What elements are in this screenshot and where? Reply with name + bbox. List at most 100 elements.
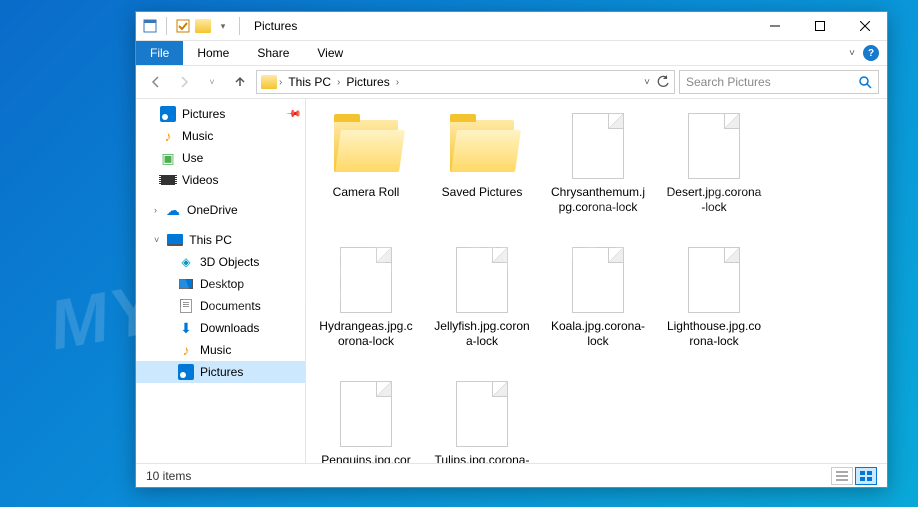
file-label: Tulips.jpg.corona-lock xyxy=(434,453,530,463)
file-item[interactable]: Penguins.jpg.corona-lock xyxy=(314,375,418,463)
file-item[interactable]: Chrysanthemum.jpg.corona-lock xyxy=(546,107,650,237)
blank-file-icon xyxy=(572,113,624,179)
nav-item-documents[interactable]: Documents xyxy=(136,295,305,317)
pictures-icon xyxy=(160,106,176,122)
blank-file-icon xyxy=(456,247,508,313)
search-box[interactable] xyxy=(679,70,879,94)
status-bar: 10 items xyxy=(136,463,887,487)
nav-label: Music xyxy=(182,129,213,143)
details-view-button[interactable] xyxy=(831,467,853,485)
search-input[interactable] xyxy=(686,75,852,89)
file-label: Lighthouse.jpg.corona-lock xyxy=(666,319,762,349)
title-bar: ▾ Pictures xyxy=(136,12,887,41)
documents-icon xyxy=(178,298,194,314)
nav-label: Desktop xyxy=(200,277,244,291)
icons-view-button[interactable] xyxy=(855,467,877,485)
thispc-icon xyxy=(167,232,183,248)
chevron-right-icon[interactable]: › xyxy=(337,77,340,88)
folder-icon[interactable] xyxy=(195,18,211,34)
nav-label: This PC xyxy=(189,233,232,247)
file-item[interactable]: Hydrangeas.jpg.corona-lock xyxy=(314,241,418,371)
tab-share[interactable]: Share xyxy=(243,41,303,65)
search-icon[interactable] xyxy=(858,75,872,89)
up-button[interactable] xyxy=(228,70,252,94)
file-label: Camera Roll xyxy=(333,185,400,200)
3dobjects-icon: ◈ xyxy=(178,254,194,270)
nav-label: Videos xyxy=(182,173,218,187)
nav-item-pictures-quick[interactable]: Pictures 📌 xyxy=(136,103,305,125)
downloads-icon: ⬇ xyxy=(178,320,194,336)
nav-label: Pictures xyxy=(200,365,243,379)
nav-item-music-quick[interactable]: ♪ Music xyxy=(136,125,305,147)
nav-item-desktop[interactable]: Desktop xyxy=(136,273,305,295)
file-label: Koala.jpg.corona-lock xyxy=(550,319,646,349)
qat-dropdown-icon[interactable]: ▾ xyxy=(215,18,231,34)
nav-item-music[interactable]: ♪ Music xyxy=(136,339,305,361)
qat-separator xyxy=(166,17,167,35)
file-label: Desert.jpg.corona-lock xyxy=(666,185,762,215)
navigation-pane: Pictures 📌 ♪ Music ▣ Use Videos › ☁ OneD… xyxy=(136,99,306,463)
desktop-icon xyxy=(178,276,194,292)
explorer-window: ▾ Pictures File Home Share View ˅ ? xyxy=(135,11,888,488)
folder-item[interactable]: Camera Roll xyxy=(314,107,418,237)
blank-file-icon xyxy=(572,247,624,313)
close-button[interactable] xyxy=(842,12,887,41)
address-dropdown-icon[interactable]: ˅ xyxy=(644,77,650,88)
nav-label: OneDrive xyxy=(187,203,238,217)
nav-label: Music xyxy=(200,343,231,357)
chevron-down-icon[interactable]: ˅ xyxy=(154,235,159,245)
address-bar: ˅ › This PC › Pictures › ˅ xyxy=(136,65,887,99)
nav-label: Pictures xyxy=(182,107,225,121)
chevron-right-icon[interactable]: › xyxy=(154,205,157,215)
music-icon: ♪ xyxy=(160,128,176,144)
blank-file-icon xyxy=(340,247,392,313)
file-item[interactable]: Koala.jpg.corona-lock xyxy=(546,241,650,371)
refresh-icon[interactable] xyxy=(656,75,670,89)
chevron-right-icon[interactable]: › xyxy=(396,77,399,88)
properties-icon[interactable] xyxy=(142,18,158,34)
nav-item-pictures[interactable]: Pictures xyxy=(136,361,305,383)
nav-item-videos[interactable]: Videos xyxy=(136,169,305,191)
music-icon: ♪ xyxy=(178,342,194,358)
tab-view[interactable]: View xyxy=(303,41,357,65)
item-count: 10 items xyxy=(146,469,191,483)
file-item[interactable]: Jellyfish.jpg.corona-lock xyxy=(430,241,534,371)
breadcrumb-pictures[interactable]: Pictures xyxy=(342,75,393,89)
tab-home[interactable]: Home xyxy=(183,41,243,65)
pictures-icon xyxy=(178,364,194,380)
nav-item-downloads[interactable]: ⬇ Downloads xyxy=(136,317,305,339)
breadcrumb[interactable]: › This PC › Pictures › ˅ xyxy=(256,70,675,94)
ribbon-expand-icon[interactable]: ˅ xyxy=(849,48,855,59)
nav-item-thispc[interactable]: ˅ This PC xyxy=(136,229,305,251)
recent-dropdown-icon[interactable]: ˅ xyxy=(200,70,224,94)
help-icon[interactable]: ? xyxy=(863,45,879,61)
pin-icon: 📌 xyxy=(284,106,301,123)
file-item[interactable]: Lighthouse.jpg.corona-lock xyxy=(662,241,766,371)
checkmark-icon[interactable] xyxy=(175,18,191,34)
forward-button[interactable] xyxy=(172,70,196,94)
nav-item-3dobjects[interactable]: ◈ 3D Objects xyxy=(136,251,305,273)
tab-file[interactable]: File xyxy=(136,41,183,65)
nav-label: Documents xyxy=(200,299,261,313)
file-item[interactable]: Desert.jpg.corona-lock xyxy=(662,107,766,237)
nav-label: 3D Objects xyxy=(200,255,259,269)
back-button[interactable] xyxy=(144,70,168,94)
nav-item-use[interactable]: ▣ Use xyxy=(136,147,305,169)
blank-file-icon xyxy=(456,381,508,447)
file-label: Hydrangeas.jpg.corona-lock xyxy=(318,319,414,349)
videos-icon xyxy=(160,172,176,188)
window-title: Pictures xyxy=(248,19,297,33)
file-label: Penguins.jpg.corona-lock xyxy=(318,453,414,463)
chevron-right-icon[interactable]: › xyxy=(279,77,282,88)
blank-file-icon xyxy=(688,247,740,313)
file-item[interactable]: Tulips.jpg.corona-lock xyxy=(430,375,534,463)
minimize-button[interactable] xyxy=(752,12,797,41)
file-list: Camera Roll Saved Pictures Chrysanthemum… xyxy=(306,99,887,463)
maximize-button[interactable] xyxy=(797,12,842,41)
breadcrumb-folder-icon xyxy=(261,75,277,89)
folder-item[interactable]: Saved Pictures xyxy=(430,107,534,237)
nav-item-onedrive[interactable]: › ☁ OneDrive xyxy=(136,199,305,221)
file-label: Chrysanthemum.jpg.corona-lock xyxy=(550,185,646,215)
breadcrumb-thispc[interactable]: This PC xyxy=(284,75,335,89)
onedrive-icon: ☁ xyxy=(165,202,181,218)
